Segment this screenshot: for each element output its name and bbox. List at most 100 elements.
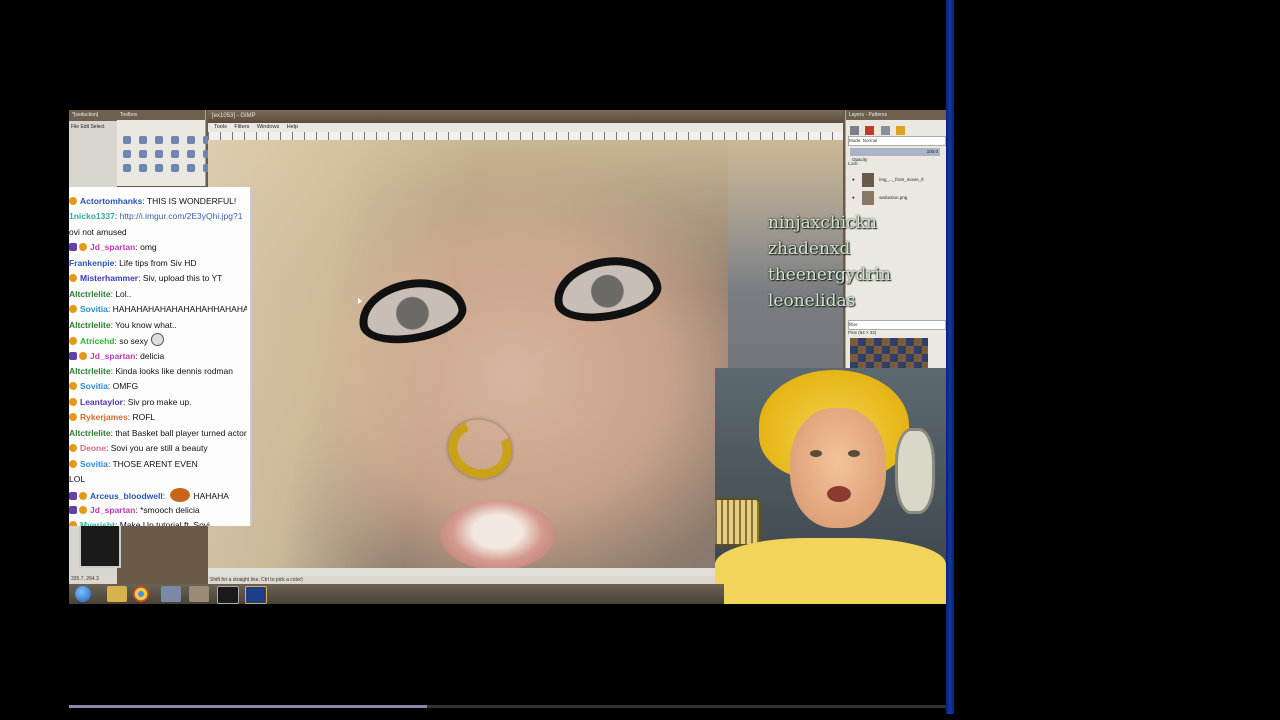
chat-username[interactable]: Rykerjames — [80, 412, 128, 422]
rect-select-tool-icon[interactable] — [123, 136, 131, 144]
menu-file[interactable]: File — [71, 124, 79, 130]
chat-message: Sovitia: OMFG — [69, 379, 247, 393]
chat-message: Jd_spartan: *smooch delicia — [69, 503, 247, 517]
chat-username[interactable]: Altctrlelite — [69, 320, 111, 330]
subscriber-names-overlay: ninjaxchickn zhadenxd theenergydrin leon… — [768, 210, 891, 314]
chat-username[interactable]: Arceus_bloodwell — [90, 491, 163, 501]
lock-label: Lock: — [848, 161, 859, 166]
chat-message: Leantaylor: Siv pro make up. — [69, 395, 247, 409]
chat-username[interactable]: Leantaylor — [80, 397, 123, 407]
chat-username[interactable]: Frankenpie — [69, 258, 114, 268]
chat-message: Jd_spartan: delicia — [69, 349, 247, 363]
toolbox-tools — [123, 136, 211, 172]
left-window-menubar: File Edit Select — [71, 123, 117, 131]
headphones — [895, 428, 935, 514]
menu-tools[interactable]: Tools — [214, 124, 227, 130]
chat-message: Altctrlelite: You know what.. — [69, 318, 247, 332]
chat-link[interactable]: http://i.imgur.com/2E3yQhi.jpg?1 — [120, 211, 243, 221]
chat-username[interactable]: Deone — [80, 443, 106, 453]
visibility-eye-icon[interactable]: ● — [852, 172, 855, 188]
video-progress-fill — [69, 705, 427, 708]
ellipse-select-tool-icon[interactable] — [139, 136, 147, 144]
chat-username[interactable]: 1nicko1337 — [69, 211, 115, 221]
subscriber-badge-icon — [69, 382, 77, 391]
webcam-eye — [848, 450, 860, 457]
color-picker-tool-icon[interactable] — [187, 136, 195, 144]
visibility-eye-icon[interactable]: ● — [852, 190, 855, 206]
cursor-icon — [358, 298, 362, 304]
subscriber-badge-icon — [79, 351, 87, 360]
mode-select[interactable]: Mode: Normal — [848, 136, 946, 146]
chat-username[interactable]: Sovitia — [80, 459, 108, 469]
gimp-icon[interactable] — [189, 586, 209, 602]
layers-dock-title: Layers - Patterns — [846, 110, 946, 120]
menu-select[interactable]: Select — [90, 124, 104, 130]
menu-windows[interactable]: Windows — [257, 124, 279, 130]
chat-username[interactable]: Jd_spartan — [90, 242, 135, 252]
paintbrush-tool-icon[interactable] — [171, 164, 179, 172]
media-player-icon[interactable] — [217, 586, 239, 604]
network-icon[interactable] — [161, 586, 181, 602]
chat-overlay: Actortomhanks: THIS IS WONDERFUL! 1nicko1… — [69, 187, 252, 526]
eraser-tool-icon[interactable] — [187, 164, 195, 172]
chat-text: LOL — [69, 474, 86, 485]
layer-row[interactable]: ● seduction.png — [850, 190, 942, 206]
scale-tool-icon[interactable] — [171, 150, 179, 158]
subscriber-badge-icon — [79, 243, 87, 252]
menu-edit[interactable]: Edit — [80, 124, 89, 130]
chat-username[interactable]: Jd_spartan — [90, 505, 135, 515]
pencil-tool-icon[interactable] — [155, 164, 163, 172]
webcam-mouth — [827, 486, 851, 502]
chat-text: ROFL — [132, 412, 156, 423]
chat-text: omg — [140, 242, 157, 253]
chat-text: HAHAHA — [193, 490, 229, 501]
chat-username[interactable]: Sovitia — [80, 304, 108, 314]
fuzzy-select-tool-icon[interactable] — [171, 136, 179, 144]
move-tool-icon[interactable] — [123, 150, 131, 158]
bucket-fill-tool-icon[interactable] — [123, 164, 131, 172]
explorer-icon[interactable] — [107, 586, 127, 602]
subscriber-badge-icon — [69, 397, 77, 406]
subscriber-badge-icon — [69, 521, 77, 526]
chat-username[interactable]: Sovitia — [80, 381, 108, 391]
chat-username[interactable]: Altctrlelite — [69, 289, 111, 299]
crop-tool-icon[interactable] — [139, 150, 147, 158]
menu-filters[interactable]: Filters — [234, 124, 249, 130]
chat-username[interactable]: Myerisht — [80, 520, 115, 526]
layer-thumbnail — [862, 172, 874, 187]
layer-row[interactable]: ● img_..._from_movie_tl — [850, 172, 942, 188]
patterns-tab-icon[interactable] — [896, 126, 906, 135]
moderator-badge-icon — [69, 243, 77, 252]
chat-text: delicia — [140, 350, 165, 361]
chat-text: Kinda looks like dennis rodman — [115, 365, 233, 376]
flip-tool-icon[interactable] — [187, 150, 195, 158]
paths-tab-icon[interactable] — [880, 126, 890, 135]
chat-username[interactable]: Atricehd — [80, 336, 114, 346]
chat-username[interactable]: Misterhammer — [80, 273, 138, 283]
start-button[interactable] — [75, 586, 91, 602]
chat-message: Sovitia: THOSE ARENT EVEN — [69, 457, 247, 471]
microphone — [715, 498, 761, 546]
layers-tab-icon[interactable] — [850, 126, 859, 135]
chat-message: Altctrlelite: Kinda looks like dennis ro… — [69, 364, 247, 378]
chat-username[interactable]: Jd_spartan — [90, 351, 135, 361]
chat-username[interactable]: Altctrlelite — [69, 428, 111, 438]
channels-tab-icon[interactable] — [865, 126, 875, 135]
menu-help[interactable]: Help — [287, 124, 298, 130]
chat-username[interactable]: Altctrlelite — [69, 366, 111, 376]
chat-username[interactable]: Actortomhanks — [80, 196, 142, 206]
gimp-menubar: Tools Filters Windows Help — [208, 123, 843, 132]
video-progress-bar[interactable] — [69, 705, 946, 708]
chat-message: Altctrlelite: that Basket ball player tu… — [69, 426, 247, 440]
subscriber-name: theenergydrin — [768, 265, 891, 285]
chrome-icon[interactable] — [133, 586, 149, 602]
subscriber-badge-icon — [69, 444, 77, 453]
rotate-tool-icon[interactable] — [155, 150, 163, 158]
opacity-slider[interactable]: Opacity 100.0 — [850, 148, 940, 162]
app-l-icon[interactable] — [245, 586, 267, 604]
lasso-tool-icon[interactable] — [155, 136, 163, 144]
chat-text: Siv pro make up. — [127, 396, 192, 407]
horizontal-ruler — [208, 132, 843, 140]
gradient-tool-icon[interactable] — [139, 164, 147, 172]
chat-message: 1nicko1337: http://i.imgur.com/2E3yQhi.j… — [69, 209, 247, 223]
